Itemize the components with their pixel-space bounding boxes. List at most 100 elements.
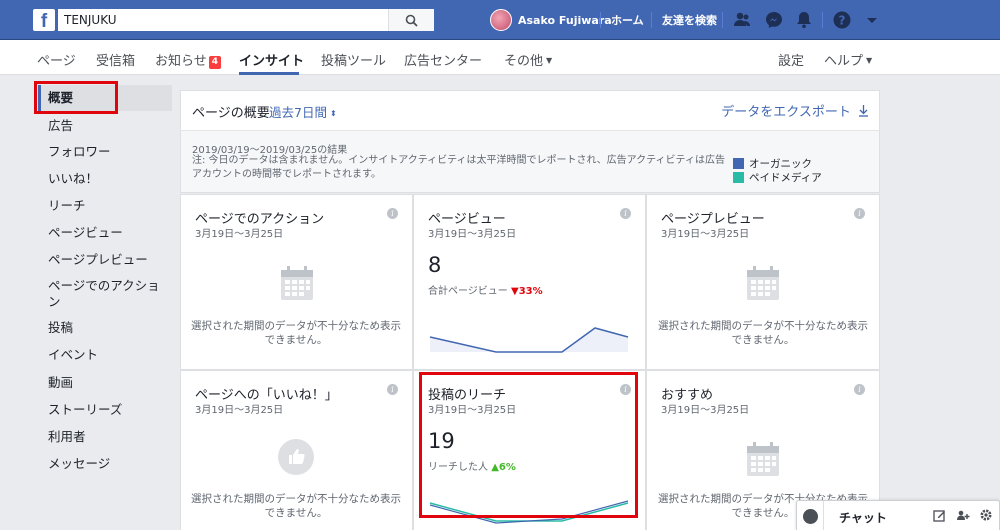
- card-date: 3月19日～3月25日: [195, 229, 284, 240]
- divider: [822, 12, 823, 28]
- page-views-sparkline: [429, 327, 629, 353]
- tab-ad-center[interactable]: 広告センター: [404, 50, 482, 69]
- settings-link[interactable]: 設定: [778, 50, 804, 69]
- info-icon[interactable]: i: [854, 208, 865, 219]
- no-data-message: 選択された期間のデータが不十分なため表示できません。: [191, 320, 401, 346]
- messenger-icon[interactable]: [764, 10, 784, 30]
- card-page-likes[interactable]: ページへの「いいね！」 3月19日～3月25日 i 選択された期間のデータが不十…: [181, 371, 412, 530]
- card-date: 3月19日～3月25日: [195, 405, 284, 416]
- search-button[interactable]: [388, 9, 434, 31]
- chat-label: チャット: [839, 511, 887, 525]
- facebook-logo[interactable]: f: [33, 9, 55, 32]
- sidebar-item-videos[interactable]: 動画: [48, 375, 160, 391]
- highlight-box-post-reach: [419, 372, 638, 518]
- tab-publishing-tools[interactable]: 投稿ツール: [321, 50, 386, 69]
- metric-value: 8: [428, 253, 442, 277]
- metric-row: 合計ページビュー ▼33%: [428, 282, 543, 297]
- sidebar-item-followers[interactable]: フォロワー: [48, 144, 160, 160]
- sidebar-item-ads[interactable]: 広告: [48, 118, 160, 134]
- tab-more-label: その他: [504, 54, 544, 69]
- date-range-selector[interactable]: 過去7日間 ⬍: [269, 102, 337, 121]
- info-icon[interactable]: i: [387, 384, 398, 395]
- legend-label: ペイドメディア: [749, 172, 822, 184]
- card-page-views[interactable]: ページビュー 3月19日～3月25日 i 8 合計ページビュー ▼33%: [414, 195, 645, 369]
- notification-count-badge: 4: [208, 56, 222, 69]
- globe-icon[interactable]: [803, 509, 818, 524]
- metric-label: 合計ページビュー: [428, 286, 508, 297]
- search-icon: [405, 14, 418, 27]
- tab-more[interactable]: その他 ▼: [504, 50, 552, 69]
- friend-requests-icon[interactable]: [732, 10, 752, 30]
- info-icon[interactable]: i: [620, 208, 631, 219]
- info-icon[interactable]: i: [854, 384, 865, 395]
- create-group-icon[interactable]: [956, 509, 970, 522]
- timezone-note: 注: 今日のデータは含まれません。インサイトアクティビティは太平洋時間でレポート…: [192, 155, 725, 180]
- legend-label: オーガニック: [749, 158, 812, 170]
- sidebar-item-page-previews[interactable]: ページプレビュー: [48, 252, 160, 268]
- user-name: Asako Fujiwara: [518, 13, 612, 27]
- divider: [651, 12, 652, 28]
- tab-inbox[interactable]: 受信箱: [96, 50, 135, 69]
- search-input[interactable]: [58, 9, 388, 31]
- legend-swatch: [733, 172, 744, 183]
- insights-sidebar: 概要 広告 フォロワー いいね！ リーチ ページビュー ページプレビュー ページ…: [0, 76, 180, 530]
- tab-notifications[interactable]: お知らせ 4: [155, 50, 222, 69]
- no-data-message: 選択された期間のデータが不十分なため表示できません。: [191, 493, 401, 519]
- notifications-bell-icon[interactable]: [794, 10, 814, 30]
- help-menu[interactable]: ヘルプ ▼: [824, 50, 872, 69]
- tab-notifications-label: お知らせ: [155, 54, 207, 69]
- sparkline-area: [430, 328, 628, 352]
- chevron-down-icon: ▼: [866, 56, 873, 65]
- tab-page[interactable]: ページ: [37, 50, 76, 69]
- sidebar-item-reach[interactable]: リーチ: [48, 198, 160, 214]
- divider: [722, 12, 723, 28]
- page-navigation: ページ 受信箱 お知らせ 4 インサイト 投稿ツール 広告センター その他 ▼ 設定…: [0, 40, 1000, 75]
- user-profile-link[interactable]: Asako Fujiwara: [490, 9, 612, 31]
- sidebar-item-likes[interactable]: いいね！: [48, 171, 160, 187]
- home-link[interactable]: ホーム: [611, 12, 644, 28]
- sidebar-item-page-views[interactable]: ページビュー: [48, 225, 160, 241]
- help-icon[interactable]: ?: [832, 10, 852, 30]
- card-date: 3月19日～3月25日: [428, 229, 517, 240]
- sidebar-item-messages[interactable]: メッセージ: [48, 456, 160, 472]
- overview-title: ページの概要: [192, 106, 270, 121]
- chat-bar[interactable]: チャット: [796, 500, 1000, 530]
- new-message-icon[interactable]: [933, 509, 946, 522]
- gear-icon[interactable]: [979, 508, 993, 522]
- sidebar-item-people[interactable]: 利用者: [48, 429, 160, 445]
- card-page-previews[interactable]: ページプレビュー 3月19日～3月25日 i 選択された期間のデータが不十分なた…: [647, 195, 879, 369]
- export-data-label: データをエクスポート: [721, 105, 851, 120]
- calendar-icon: [747, 442, 779, 476]
- highlight-box-overview: [34, 81, 118, 114]
- date-range-label: 過去7日間: [269, 105, 327, 120]
- legend-swatch: [733, 158, 744, 169]
- divider: [823, 501, 824, 530]
- tab-insights[interactable]: インサイト: [239, 50, 304, 69]
- download-icon: [859, 105, 868, 117]
- divider: [600, 12, 601, 28]
- sidebar-item-stories[interactable]: ストーリーズ: [48, 402, 160, 418]
- chevron-down-icon: ▼: [546, 56, 553, 65]
- overview-info: 2019/03/19～2019/03/25の結果 注: 今日のデータは含まれませ…: [180, 130, 880, 193]
- overview-header: ページの概要 過去7日間 ⬍ データをエクスポート: [180, 90, 880, 130]
- help-menu-label: ヘルプ: [824, 54, 864, 69]
- info-icon[interactable]: i: [387, 208, 398, 219]
- legend-paid: ペイドメディア: [733, 170, 822, 185]
- card-page-actions[interactable]: ページでのアクション 3月19日～3月25日 i 選択された期間のデータが不十分…: [181, 195, 412, 369]
- svg-text:?: ?: [839, 13, 846, 27]
- thumbs-up-icon: [278, 439, 314, 475]
- sidebar-item-events[interactable]: イベント: [48, 347, 160, 363]
- export-data-link[interactable]: データをエクスポート: [721, 101, 869, 120]
- change-indicator: ▼33%: [511, 286, 543, 297]
- avatar: [490, 9, 512, 31]
- sidebar-item-posts[interactable]: 投稿: [48, 320, 160, 336]
- sort-arrows-icon: ⬍: [329, 109, 337, 118]
- calendar-icon: [747, 266, 779, 300]
- no-data-message: 選択された期間のデータが不十分なため表示できません。: [658, 320, 868, 346]
- search-box: [58, 9, 434, 31]
- active-tab-indicator: [239, 72, 299, 75]
- legend-organic: オーガニック: [733, 156, 812, 171]
- sidebar-item-page-actions[interactable]: ページでのアクション: [48, 278, 160, 310]
- account-menu-chevron-icon[interactable]: [862, 10, 882, 30]
- find-friends-link[interactable]: 友達を検索: [662, 12, 717, 28]
